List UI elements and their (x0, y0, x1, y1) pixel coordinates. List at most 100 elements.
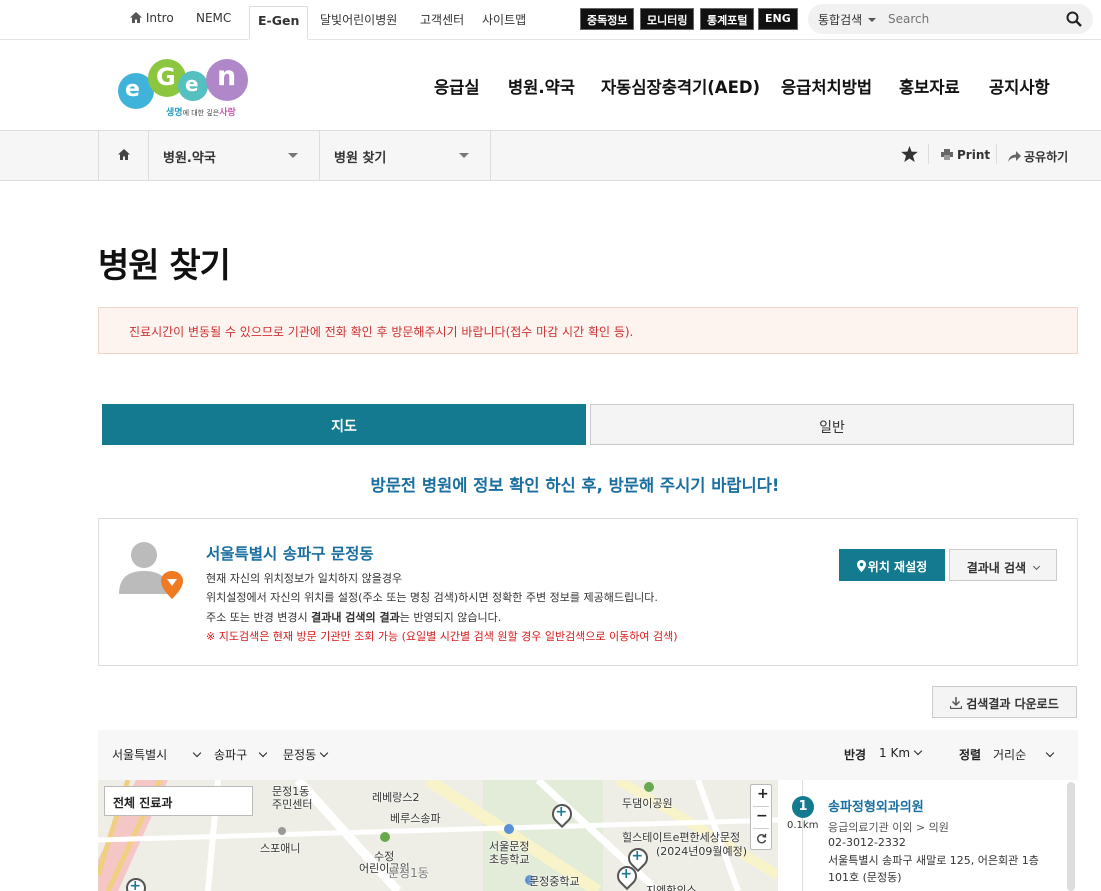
map-label: (2024년09월예정) (656, 845, 748, 858)
tab-map[interactable]: 지도 (102, 404, 586, 445)
search-input[interactable] (888, 10, 1058, 28)
radius-label: 반경 (844, 748, 867, 762)
logo-letter-g: G (156, 63, 176, 91)
result-rank-badge: 1 (792, 796, 814, 818)
breadcrumb-level1-select[interactable]: 병원.약국 (149, 131, 320, 180)
dong-select[interactable]: 문정동 (283, 746, 329, 763)
page-title: 병원 찾기 (98, 246, 231, 286)
chevron-down-icon (288, 153, 298, 158)
top-utility-bar: Intro NEMC E-Gen 달빛어린이병원 고객센터 사이트맵 중독정보 … (0, 0, 1101, 40)
map-label: 초등학교 (489, 853, 530, 866)
share-button[interactable]: 공유하기 (1008, 148, 1068, 165)
nav-hospital-pharmacy[interactable]: 병원.약국 (508, 74, 575, 98)
department-filter-label: 전체 진료과 (113, 796, 173, 810)
nav-promotion[interactable]: 홍보자료 (899, 74, 960, 98)
search-box: 통합검색 (808, 4, 1093, 34)
map-label: 스포애니 (260, 842, 301, 855)
reset-location-label: 위치 재설정 (867, 560, 928, 574)
moonlight-hospital-link[interactable]: 달빛어린이병원 (320, 11, 397, 28)
nemc-link[interactable]: NEMC (196, 11, 231, 25)
result-address: 서울특별시 송파구 새말로 125, 어은회관 1층 101호 (문정동) (828, 854, 1039, 884)
egen-tab[interactable]: E-Gen (249, 6, 309, 40)
filter-results-button[interactable]: 결과내 검색 (949, 549, 1057, 581)
tab-general-label: 일반 (819, 420, 845, 436)
breadcrumb-home[interactable] (98, 131, 149, 180)
stats-portal-button[interactable]: 통계포털 (700, 8, 755, 30)
chevron-down-icon (258, 748, 268, 758)
visit-advisory-heading: 방문전 병원에 정보 확인 하신 후, 방문해 주시기 바랍니다! (370, 476, 780, 495)
nav-notice[interactable]: 공지사항 (989, 74, 1050, 98)
map-label: 문정중학교 (529, 875, 580, 888)
logo-letter-e: e (125, 77, 140, 102)
customer-center-link[interactable]: 고객센터 (420, 11, 464, 28)
location-info-line2: 위치설정에서 자신의 위치를 설정(주소 또는 명칭 검색)하시면 정확한 주변… (206, 591, 658, 604)
intro-link[interactable]: Intro (130, 11, 174, 25)
result-distance: 0.1km (787, 820, 819, 831)
download-icon (950, 697, 963, 710)
breadcrumb: 병원.약국 병원 찾기 Print 공유하기 (0, 130, 1101, 181)
chevron-down-icon (913, 746, 923, 756)
results-scrollbar[interactable] (1067, 782, 1075, 891)
home-icon (130, 12, 142, 23)
zoom-in-button[interactable]: + (757, 786, 769, 802)
star-icon[interactable] (901, 146, 918, 162)
map-zoom-controls: + − (750, 784, 772, 850)
nav-emergency-room[interactable]: 응급실 (434, 74, 480, 98)
user-avatar-icon (119, 542, 183, 599)
map-label: 두댐이공원 (622, 797, 673, 810)
refresh-icon[interactable] (756, 833, 767, 844)
result-phone: 02-3012-2332 (828, 836, 906, 849)
location-info-line1: 현재 자신의 위치정보가 일치하지 않을경우 (206, 572, 403, 585)
result-item[interactable]: 1 0.1km 송파정형외과의원 응급의료기관 이외 > 의원 02-3012-… (778, 780, 1063, 891)
breadcrumb-level2-select[interactable]: 병원 찾기 (320, 131, 491, 180)
search-icon[interactable] (1066, 11, 1082, 27)
egen-logo[interactable]: e G e n 생명에 대한 깊은사랑 (116, 55, 251, 120)
sitemap-link[interactable]: 사이트맵 (482, 11, 526, 28)
print-label: Print (957, 148, 991, 162)
radius-select[interactable]: 1 Km (879, 746, 923, 760)
intro-label: Intro (145, 11, 174, 25)
search-scope-select[interactable]: 통합검색 (818, 11, 876, 28)
download-results-label: 검색결과 다운로드 (966, 697, 1059, 711)
chevron-down-icon (319, 748, 329, 758)
eng-button[interactable]: ENG (758, 8, 798, 30)
share-label: 공유하기 (1024, 150, 1069, 164)
result-hospital-type: 응급의료기관 이외 > 의원 (828, 821, 949, 834)
reset-location-button[interactable]: 위치 재설정 (839, 549, 945, 581)
chevron-down-icon (1033, 562, 1041, 571)
share-arrow-icon (1008, 151, 1021, 162)
hospital-map[interactable]: 문정1동 주민센터 레베랑스2 베루스송파 스포애니 수정 어린이공원 문정1동… (98, 780, 778, 891)
map-label: 주민센터 (272, 798, 313, 811)
department-filter-select[interactable]: 전체 진료과 (104, 786, 253, 816)
chevron-down-icon (1045, 748, 1055, 758)
current-location-address: 서울특별시 송파구 문정동 (206, 545, 374, 563)
map-search-warning: ※ 지도검색은 현재 방문 기관만 조회 가능 (요일별 시간별 검색 원할 경… (206, 630, 678, 643)
nav-first-aid[interactable]: 응급처치방법 (781, 74, 872, 98)
sort-select[interactable]: 거리순 (993, 746, 1055, 763)
sort-label: 정렬 (959, 748, 982, 762)
home-icon (118, 149, 130, 160)
logo-letter-e2: e (185, 72, 199, 96)
map-label: 문정1동 (388, 866, 429, 880)
logo-tagline: 생명에 대한 깊은사랑 (166, 108, 236, 118)
notice-banner: 진료시간이 변동될 수 있으므로 기관에 전화 확인 후 방문해주시기 바랍니다… (98, 307, 1078, 354)
zoom-out-button[interactable]: − (756, 808, 768, 824)
tab-map-label: 지도 (331, 419, 357, 435)
breadcrumb-level2-label: 병원 찾기 (334, 151, 387, 166)
notice-text: 진료시간이 변동될 수 있으므로 기관에 전화 확인 후 방문해주시기 바랍니다… (129, 325, 634, 339)
poison-info-button[interactable]: 중독정보 (580, 8, 635, 30)
district-select[interactable]: 송파구 (214, 746, 268, 763)
chevron-down-icon (868, 18, 876, 22)
location-panel: 서울특별시 송파구 문정동 현재 자신의 위치정보가 일치하지 않을경우 위치설… (98, 518, 1078, 666)
divider (928, 144, 929, 164)
result-hospital-name[interactable]: 송파정형외과의원 (828, 796, 924, 815)
download-results-button[interactable]: 검색결과 다운로드 (932, 686, 1077, 718)
nav-aed[interactable]: 자동심장충격기(AED) (601, 74, 760, 98)
city-select[interactable]: 서울특별시 (112, 746, 202, 763)
printer-icon (941, 149, 953, 160)
filter-results-label: 결과내 검색 (966, 561, 1027, 575)
tab-general[interactable]: 일반 (590, 404, 1074, 445)
print-button[interactable]: Print (941, 148, 990, 162)
monitoring-button[interactable]: 모니터링 (640, 8, 695, 30)
location-info-line3: 주소 또는 반경 변경시 결과내 검색의 결과는 반영되지 않습니다. (206, 611, 502, 624)
